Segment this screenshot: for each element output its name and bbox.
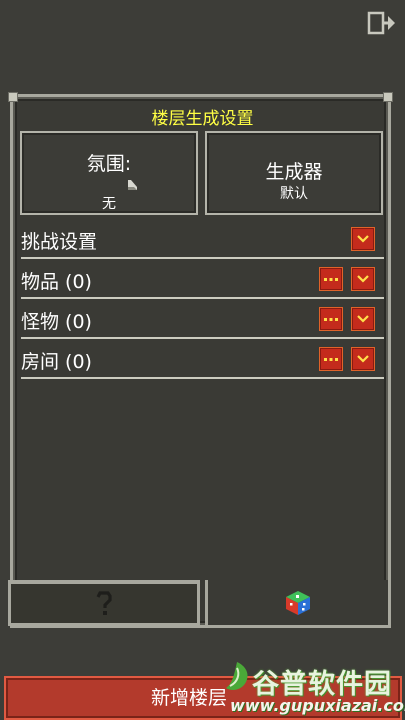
- chevron-down-icon: [357, 315, 369, 323]
- ellipsis-icon: [324, 318, 338, 321]
- atmosphere-card[interactable]: 氛围: 无: [20, 131, 198, 215]
- exit-door-icon: [367, 11, 395, 35]
- more-button[interactable]: [319, 347, 343, 371]
- expand-button[interactable]: [351, 347, 375, 371]
- atmosphere-label: 氛围:: [86, 153, 132, 175]
- ellipsis-icon: [324, 278, 338, 281]
- expand-button[interactable]: [351, 267, 375, 291]
- row-label: 物品 (0): [21, 271, 92, 293]
- level-settings-screen: 楼层生成设置 氛围: 无 生成器 默认 挑战设置 物品 (0) 怪物 (0) 房…: [0, 0, 405, 720]
- new-floor-button[interactable]: 新增楼层: [4, 676, 402, 720]
- row-label: 怪物 (0): [21, 311, 92, 333]
- tab-random[interactable]: [205, 580, 391, 628]
- panel-title: 楼层生成设置: [151, 109, 254, 129]
- more-button[interactable]: [319, 307, 343, 331]
- chevron-down-icon: [357, 275, 369, 283]
- row-label: 房间 (0): [21, 351, 92, 373]
- new-floor-label: 新增楼层: [150, 687, 227, 709]
- panel-corner: [383, 92, 393, 102]
- floor-tile-icon: [128, 180, 137, 190]
- atmosphere-value: 无: [102, 196, 116, 212]
- exit-button[interactable]: [366, 8, 398, 38]
- generator-label: 生成器: [265, 161, 323, 183]
- row-rooms[interactable]: 房间 (0): [21, 341, 384, 379]
- more-button[interactable]: [319, 267, 343, 291]
- panel-corner: [8, 92, 18, 102]
- expand-button[interactable]: [351, 307, 375, 331]
- chevron-down-icon: [357, 235, 369, 243]
- tab-help[interactable]: [8, 580, 200, 626]
- question-mark-icon: [96, 590, 112, 615]
- dice-icon: [286, 590, 310, 615]
- ellipsis-icon: [324, 358, 338, 361]
- generator-value: 默认: [280, 186, 308, 202]
- chevron-down-icon: [357, 355, 369, 363]
- generator-card[interactable]: 生成器 默认: [205, 131, 383, 215]
- row-monsters[interactable]: 怪物 (0): [21, 301, 384, 339]
- row-label: 挑战设置: [21, 231, 98, 253]
- expand-button[interactable]: [351, 227, 375, 251]
- row-challenge-settings[interactable]: 挑战设置: [21, 221, 384, 259]
- row-items[interactable]: 物品 (0): [21, 261, 384, 299]
